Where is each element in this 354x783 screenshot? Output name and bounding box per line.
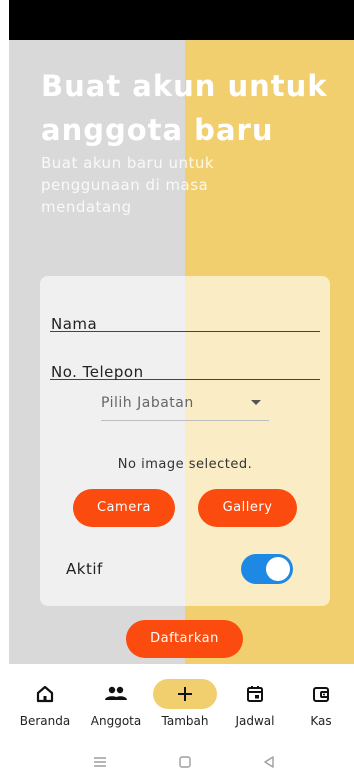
page-subtitle: Buat akun baru untuk penggunaan di masa …: [41, 154, 215, 216]
telepon-field[interactable]: No. Telepon: [50, 340, 320, 381]
nav-label-kas: Kas: [310, 714, 332, 728]
jabatan-dropdown[interactable]: Pilih Jabatan: [101, 389, 269, 421]
recent-apps-icon[interactable]: [93, 756, 107, 768]
nav-item-anggota[interactable]: Anggota: [85, 664, 147, 736]
nav-label-beranda: Beranda: [19, 714, 71, 728]
daftarkan-button[interactable]: Daftarkan: [126, 620, 243, 658]
nav-item-jadwal[interactable]: Jadwal: [222, 664, 288, 736]
aktif-label: Aktif: [66, 560, 103, 578]
system-navigation-bar: [0, 736, 354, 783]
back-button-icon[interactable]: [262, 756, 276, 768]
page-title: Buat akun untuk anggota baru: [41, 69, 328, 147]
calendar-icon: [247, 686, 263, 702]
nama-label: Nama: [51, 315, 98, 333]
home-button-icon[interactable]: [178, 756, 192, 768]
people-icon: [105, 686, 127, 700]
camera-button[interactable]: Camera: [73, 489, 175, 527]
bottom-navigation: Beranda Anggota Tambah Jadwal Kas: [0, 664, 354, 736]
plus-icon: [178, 687, 192, 701]
nav-item-kas[interactable]: Kas: [296, 664, 346, 736]
nav-label-anggota: Anggota: [90, 714, 142, 728]
nav-label-jadwal: Jadwal: [235, 714, 275, 728]
aktif-toggle[interactable]: [241, 554, 293, 584]
telepon-label: No. Telepon: [51, 363, 144, 381]
status-bar: [9, 0, 354, 40]
gallery-button[interactable]: Gallery: [198, 489, 297, 527]
nav-label-tambah: Tambah: [161, 714, 209, 728]
jabatan-placeholder: Pilih Jabatan: [101, 395, 194, 411]
nama-field[interactable]: Nama: [50, 292, 320, 333]
nav-item-tambah[interactable]: Tambah: [152, 664, 218, 736]
caret-down-icon: [251, 400, 261, 405]
image-status-text: No image selected.: [117, 457, 253, 472]
toggle-knob: [266, 557, 290, 581]
home-icon: [36, 685, 54, 703]
wallet-icon: [313, 687, 329, 702]
nav-item-beranda[interactable]: Beranda: [14, 664, 76, 736]
left-edge: [0, 0, 9, 664]
